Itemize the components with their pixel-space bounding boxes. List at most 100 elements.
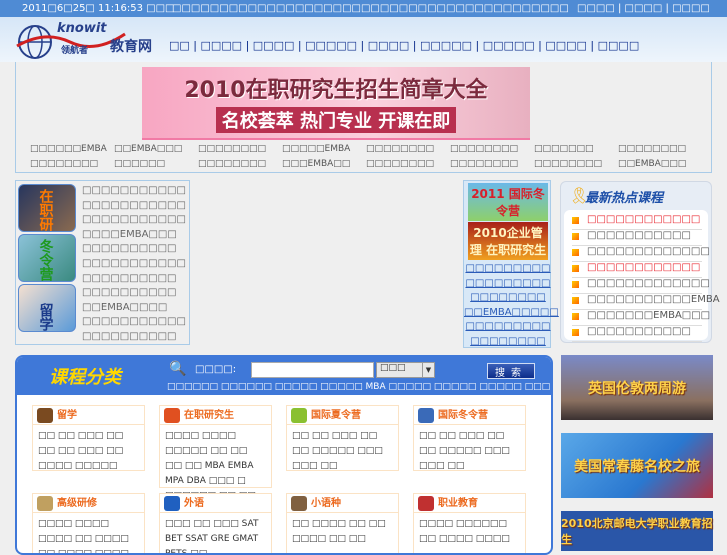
promo-image-camp[interactable]: 冬令营 (18, 234, 76, 282)
london-tour-banner[interactable]: 英国伦敦两周游 (561, 355, 713, 420)
left-list-item[interactable]: □□□□□□□□□□□ (82, 214, 186, 225)
grid-link[interactable]: □□□□□□□□ (450, 159, 518, 169)
category-card-title[interactable]: 职业教育 (414, 494, 525, 513)
left-list-item[interactable]: □□□□□□□□□□ (82, 287, 176, 298)
hot-course-item[interactable]: □□□□□□□□□□□□□ (572, 246, 710, 262)
category-card-body[interactable]: □□□□ □□□□ □□□□ □□ □□□□ □□ □□□□ □□□□ □□ □… (33, 513, 144, 553)
category-title-text: 国际夏令营 (311, 410, 361, 421)
winter-camp-image[interactable]: 2011 国际冬令营 (468, 183, 548, 221)
left-list-item[interactable]: □□□□□□□□□□ (82, 331, 176, 342)
category-card-title[interactable]: 国际冬令营 (414, 406, 525, 425)
hot-course-item[interactable]: □□□□□□□□□□□EMBA (572, 294, 720, 310)
category-card-title[interactable]: 留学 (33, 406, 144, 425)
promo-image-grad[interactable]: 在职研 (18, 184, 76, 232)
category-title-text: 在职研究生 (184, 410, 234, 421)
bupt-banner[interactable]: 2010北京邮电大学职业教育招生 (561, 511, 713, 551)
bullet-icon (572, 265, 579, 272)
grid-link[interactable]: □□□□□EMBA (282, 144, 350, 154)
category-title-text: 小语种 (311, 498, 341, 509)
left-list-item[interactable]: □□□□□□□□□□ (82, 273, 176, 284)
bullet-icon (572, 281, 579, 288)
grid-link[interactable]: □□□EMBA□□ (282, 159, 350, 169)
promo-image-study[interactable]: 留学 (18, 284, 76, 332)
category-card-body[interactable]: □□□ □□ □□□ SAT BET SSAT GRE GMAT PETS □□ (160, 513, 271, 553)
nav-item[interactable]: □□□□ (368, 39, 410, 52)
nav-item[interactable]: □□□□ (598, 39, 640, 52)
category-card-body[interactable]: □□ □□ □□□ □□ □□ □□ □□□ □□ □□□□ □□□□□ (33, 425, 144, 478)
left-list-item[interactable]: □□□□□□□□□□□ (82, 200, 186, 211)
category-card: 小语种 □□ □□□□ □□ □□ □□□□ □□ □□ (286, 493, 399, 553)
grid-link[interactable]: □□□□□□□□ (30, 159, 98, 169)
category-title: 课程分类 (49, 367, 121, 388)
hot-course-text: □□□□□□□□□□□ (587, 230, 691, 241)
category-card-title[interactable]: 在职研究生 (160, 406, 271, 425)
category-card-title[interactable]: 小语种 (287, 494, 398, 513)
marquee-text[interactable]: □□□□□□□□□□□□□□□□□□□□□□□□□□□□□□□□□□□□□□□□… (172, 3, 569, 14)
grid-link[interactable]: □□□□□□ (114, 159, 165, 169)
grid-link[interactable]: □□□□□□□□ (618, 144, 686, 154)
left-list-item[interactable]: □□□□□□□□□□ (82, 243, 176, 254)
search-button[interactable]: 搜索 (487, 363, 535, 379)
category-card-body[interactable]: □□ □□ □□□ □□ □□ □□□□□ □□□ □□□ □□ (414, 425, 525, 478)
nav-item[interactable]: □□□□ (201, 39, 243, 52)
left-panel: 在职研 冬令营 留学 □□□□□□□□□□□ □□□□□□□□□□□ □□□□□□□… (15, 180, 190, 345)
mid-link[interactable]: □□□□□□□□ (464, 336, 552, 347)
hot-course-item[interactable]: □□□□□□□EMBA□□□ (572, 310, 710, 326)
category-icon (37, 408, 53, 423)
category-card-body[interactable]: □□ □□ □□□ □□ □□ □□□□□ □□□ □□□ □□ (287, 425, 398, 478)
grid-link[interactable]: □□□□□□EMBA (30, 144, 107, 154)
bullet-icon (572, 217, 579, 224)
grid-link[interactable]: □□EMBA□□□ (114, 144, 182, 154)
mid-link[interactable]: □□□□□□□□ (464, 292, 552, 303)
left-list-item[interactable]: □□□□EMBA□□□ (82, 229, 177, 240)
grid-link[interactable]: □□□□□□□□ (366, 159, 434, 169)
ivy-league-banner[interactable]: 美国常春藤名校之旅 (561, 433, 713, 498)
nav-item[interactable]: □□□□□ (420, 39, 472, 52)
search-category-select[interactable]: □□□ ▼ (376, 362, 435, 378)
hot-course-item[interactable]: □□□□□□□□□□□□□ (572, 278, 710, 294)
category-title-text: 外语 (184, 498, 204, 509)
left-list-item[interactable]: □□□□□□□□□□□ (82, 316, 186, 327)
grid-link[interactable]: □□□□□□□□ (534, 159, 602, 169)
mid-link[interactable]: □□□□□□□□□ (464, 278, 552, 289)
logo[interactable]: knowit 领航者 教育网 (15, 20, 160, 62)
mid-link[interactable]: □□EMBA□□□□□ (464, 307, 559, 318)
top-link[interactable]: □□□□ (625, 3, 663, 14)
hot-course-text: □□□□□□□□□□□□ (587, 214, 701, 225)
grid-link[interactable]: □□□□□□□□ (198, 159, 266, 169)
nav-item[interactable]: □□□□□ (305, 39, 357, 52)
category-card-body[interactable]: □□ □□□□ □□ □□ □□□□ □□ □□ (287, 513, 398, 551)
category-card-title[interactable]: 国际夏令营 (287, 406, 398, 425)
top-link[interactable]: □□□□ (577, 3, 615, 14)
grid-link[interactable]: □□□□□□□ (534, 144, 594, 154)
nav-item[interactable]: □□□□□ (483, 39, 535, 52)
grid-link[interactable]: □□□□□□□□ (366, 144, 434, 154)
category-card-title[interactable]: 外语 (160, 494, 271, 513)
nav-item[interactable]: □□□□ (545, 39, 587, 52)
left-list-item[interactable]: □□□□□□□□□□□ (82, 258, 186, 269)
left-list-item[interactable]: □□□□□□□□□□□ (82, 185, 186, 196)
hot-keywords[interactable]: □□□□□□ □□□□□□ □□□□□ □□□□□ MBA □□□□□ □□□□… (167, 382, 551, 392)
hot-course-text: □□□□□□□□□□□□ (587, 262, 701, 273)
top-bar: 2011□6□25□ 11:16:53 □□□ □□□□□□□□□□□□□□□□… (0, 0, 727, 17)
hot-course-item[interactable]: □□□□□□□□□□□□ (572, 262, 702, 278)
left-list-item[interactable]: □□EMBA□□□□ (82, 302, 167, 313)
hot-course-item[interactable]: □□□□□□□□□□□ (572, 230, 702, 246)
management-image[interactable]: 2010企业管理 在职研究生 (468, 222, 548, 260)
category-icon (291, 408, 307, 423)
nav-item[interactable]: □□ (169, 39, 190, 52)
search-input[interactable] (251, 362, 374, 378)
banner-ad[interactable]: 2010在职研究生招生简章大全 名校荟萃 热门专业 开课在即 (142, 67, 530, 140)
mid-link[interactable]: □□□□□□□□□ (464, 263, 552, 274)
hot-course-item[interactable]: □□□□□□□□□□□□ (572, 214, 702, 230)
category-card-title[interactable]: 高级研修 (33, 494, 144, 513)
nav-item[interactable]: □□□□ (253, 39, 295, 52)
bullet-icon (572, 297, 579, 304)
grid-link[interactable]: □□EMBA□□□ (618, 159, 686, 169)
top-link[interactable]: □□□□ (672, 3, 710, 14)
mid-link[interactable]: □□□□□□□□□ (464, 321, 552, 332)
category-card-body[interactable]: □□□□ □□□□□□ □□ □□□□ □□□□ (414, 513, 525, 551)
grid-link[interactable]: □□□□□□□□ (450, 144, 518, 154)
hot-course-item[interactable]: □□□□□□□□□□□ (572, 326, 702, 342)
grid-link[interactable]: □□□□□□□□ (198, 144, 266, 154)
